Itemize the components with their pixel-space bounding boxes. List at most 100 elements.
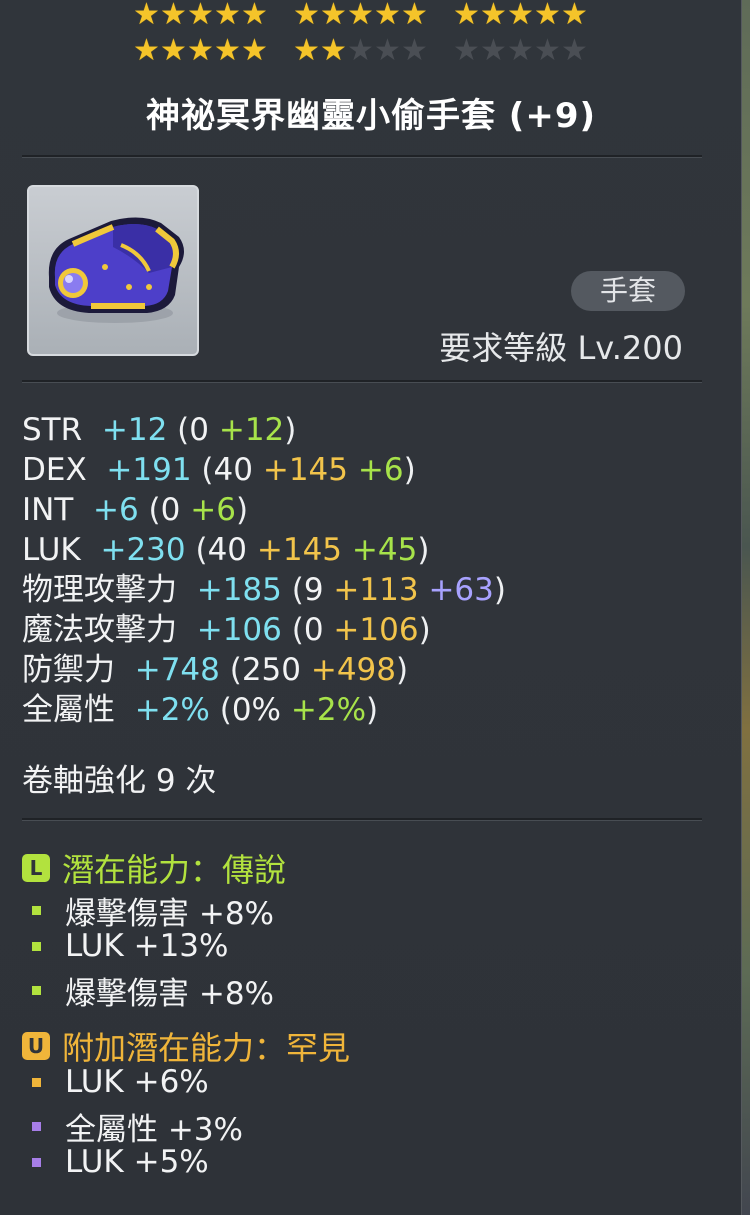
stat-base: 0 <box>160 492 181 528</box>
stat-line: STR +12 (0 +12) <box>22 412 297 448</box>
additional-potential-title: 附加潛在能力：罕見 <box>62 1029 351 1067</box>
star-icon: ★ <box>133 0 160 32</box>
stat-line: 防禦力 +748 (250 +498) <box>22 652 409 688</box>
background-scenery <box>742 0 750 1215</box>
bullet-square-icon <box>32 941 41 951</box>
star-group: ★ ★ ★ ★ ★ <box>453 36 588 72</box>
stat-base: 40 <box>213 452 253 488</box>
additional-potential-header: U 附加潛在能力：罕見 <box>22 1023 350 1069</box>
star-icon: ★ <box>160 33 187 68</box>
potential-line: 爆擊傷害 +8% <box>22 968 274 1013</box>
star-icon: ★ <box>401 33 428 68</box>
stat-line: DEX +191 (40 +145 +6) <box>22 452 416 488</box>
divider <box>22 380 702 383</box>
star-group: ★ ★ ★ ★ ★ <box>293 36 428 72</box>
bullet-square-icon <box>32 1122 41 1131</box>
potential-line-text: LUK +5% <box>65 1144 209 1180</box>
stat-total: +748 <box>134 652 220 688</box>
bullet-square-icon <box>32 986 41 995</box>
bullet-square-icon <box>32 906 41 915</box>
stat-list: STR +12 (0 +12) DEX +191 (40 +145 +6) INT … <box>22 410 506 730</box>
bullet-square-icon <box>32 1157 41 1167</box>
star-icon: ★ <box>241 0 268 32</box>
potential-line-text: 爆擊傷害 +8% <box>65 896 275 932</box>
divider <box>22 818 702 821</box>
item-name: 神祕冥界幽靈小偷手套 (+9) <box>145 96 597 136</box>
star-icon: ★ <box>214 33 241 68</box>
stat-bonus: +12 <box>218 412 285 448</box>
required-level: 要求等級 Lv.200 <box>439 329 683 367</box>
stat-total: +191 <box>106 452 192 488</box>
star-icon: ★ <box>507 0 534 32</box>
potential-line-text: LUK +6% <box>65 1064 209 1100</box>
star-icon: ★ <box>507 33 534 68</box>
stat-bonus: +498 <box>310 652 397 688</box>
purple-gold-glove-icon <box>48 217 184 323</box>
stat-label: 全屬性 <box>22 692 115 728</box>
stat-base: 0% <box>231 692 282 728</box>
stat-bonus: +113 <box>333 572 419 608</box>
stat-bonus: +6 <box>357 452 404 488</box>
star-icon: ★ <box>347 33 374 68</box>
potential-line: 全屬性 +3% <box>22 1104 243 1149</box>
stat-label: LUK <box>22 532 81 568</box>
stat-base: 250 <box>241 652 301 688</box>
star-icon: ★ <box>534 33 561 68</box>
star-icon: ★ <box>453 0 480 32</box>
star-force-row-2: ★ ★ ★ ★ ★ ★ ★ ★ ★ ★ ★ ★ ★ ★ ★ <box>0 36 742 72</box>
stat-line: 魔法攻擊力 +106 (0 +106) <box>22 612 431 648</box>
potential-header: L 潛在能力：傳說 <box>22 845 286 891</box>
star-group: ★ ★ ★ ★ ★ <box>133 0 268 36</box>
star-icon: ★ <box>534 0 561 32</box>
stat-bonus: +2% <box>290 692 367 728</box>
stat-base: 0 <box>303 612 324 648</box>
stat-total: +230 <box>100 532 186 568</box>
stat-total: +185 <box>196 572 282 608</box>
stat-line: 全屬性 +2% (0% +2%) <box>22 692 379 728</box>
star-icon: ★ <box>214 0 241 32</box>
unique-badge-icon: U <box>22 1032 50 1060</box>
stat-bonus: +145 <box>262 452 348 488</box>
stat-bonus: +145 <box>256 532 343 568</box>
bullet-square-icon <box>32 1077 41 1087</box>
star-icon: ★ <box>187 0 214 32</box>
star-icon: ★ <box>374 33 401 68</box>
legendary-badge-icon: L <box>22 854 50 882</box>
stat-label: INT <box>22 492 74 528</box>
stat-base: 0 <box>189 412 209 448</box>
star-force-row-1: ★ ★ ★ ★ ★ ★ ★ ★ ★ ★ ★ ★ ★ ★ ★ <box>0 0 742 36</box>
potential-line: LUK +5% <box>22 1144 209 1180</box>
stat-label: 魔法攻擊力 <box>22 612 177 648</box>
stat-line: INT +6 (0 +6) <box>22 492 249 528</box>
star-icon: ★ <box>480 0 507 32</box>
star-icon: ★ <box>293 0 320 32</box>
star-icon: ★ <box>401 0 428 32</box>
star-icon: ★ <box>241 33 268 68</box>
potential-line-text: 全屬性 +3% <box>65 1112 244 1148</box>
stat-label: 防禦力 <box>22 652 115 688</box>
stat-line: 物理攻擊力 +185 (9 +113 +63) <box>22 572 506 608</box>
stat-total: +6 <box>93 492 139 528</box>
star-icon: ★ <box>160 0 187 32</box>
star-icon: ★ <box>293 33 320 68</box>
star-icon: ★ <box>561 0 588 32</box>
stat-label: STR <box>22 412 83 448</box>
stat-total: +2% <box>134 692 210 728</box>
divider <box>22 155 702 158</box>
star-group: ★ ★ ★ ★ ★ <box>133 36 268 72</box>
stat-bonus: +6 <box>190 492 236 528</box>
potential-line: LUK +13% <box>22 928 228 964</box>
stat-label: 物理攻擊力 <box>22 572 177 608</box>
stat-bonus: +106 <box>333 612 419 648</box>
scroll-upgrade-count: 卷軸強化 9 次 <box>22 763 217 799</box>
potential-line-text: LUK +13% <box>65 928 229 964</box>
stat-bonus: +63 <box>428 572 494 608</box>
star-icon: ★ <box>320 0 347 32</box>
stat-total: +106 <box>196 612 282 648</box>
potential-line: 爆擊傷害 +8% <box>22 888 274 933</box>
star-icon: ★ <box>187 33 214 68</box>
star-icon: ★ <box>480 33 507 68</box>
item-tooltip: ★ ★ ★ ★ ★ ★ ★ ★ ★ ★ ★ ★ ★ ★ ★ ★ ★ ★ ★ ★ ★ ★ ★ ★ ★ ★ ★ ★ ★ ★ 神祕冥界… <box>0 0 742 1215</box>
stat-total: +12 <box>101 412 168 448</box>
star-icon: ★ <box>374 0 401 32</box>
